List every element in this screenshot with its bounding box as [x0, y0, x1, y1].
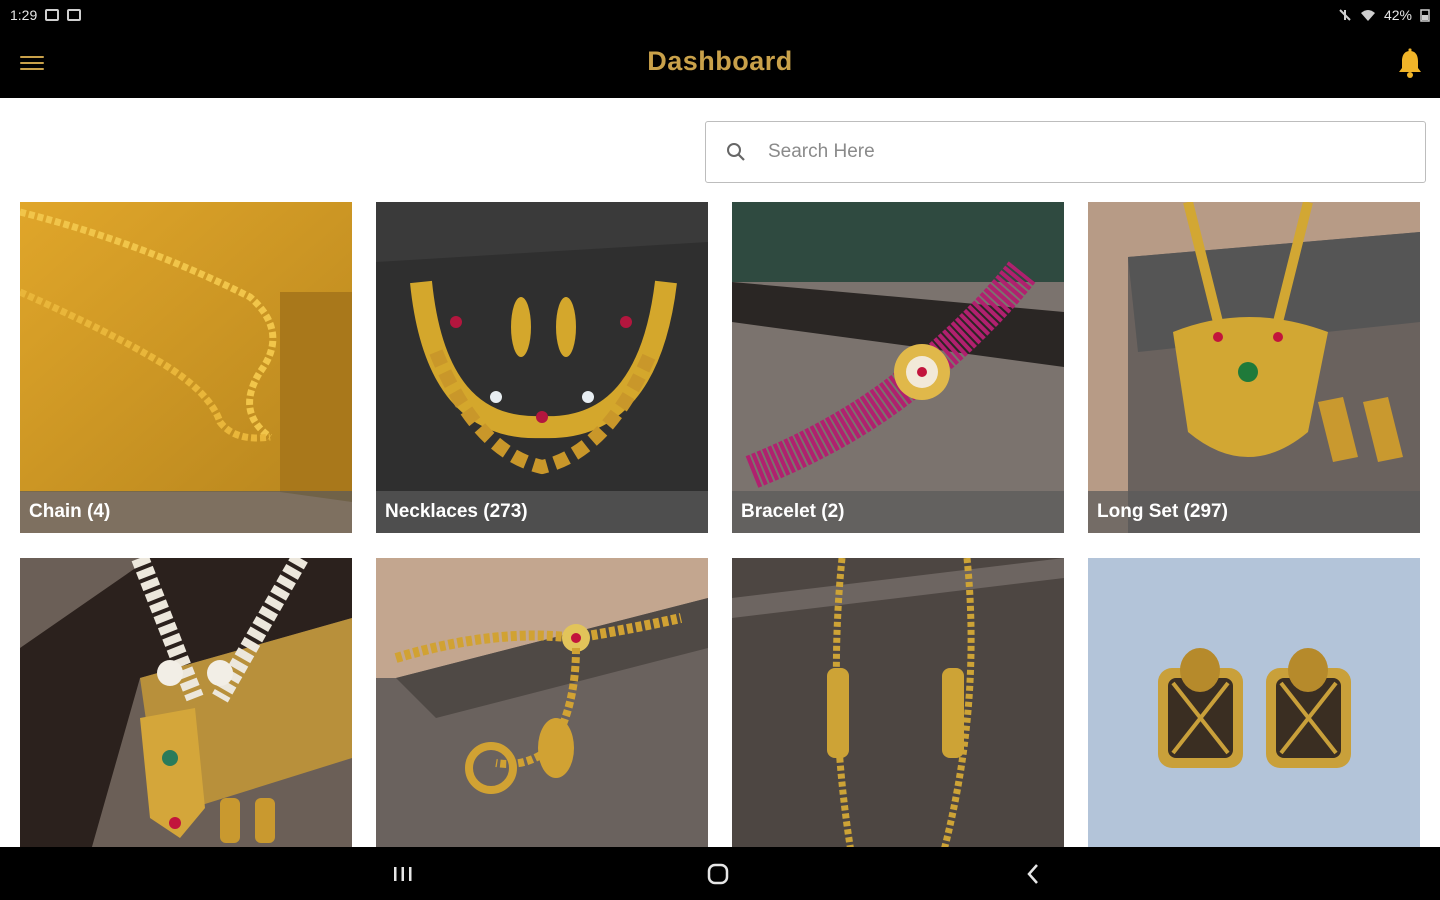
system-navigation-bar [0, 847, 1440, 900]
category-card-bracelet[interactable]: Bracelet (2) [732, 202, 1064, 533]
hand-bracelet-ring-photo [376, 558, 708, 847]
category-label: Necklaces (273) [376, 491, 708, 533]
category-card-chain[interactable]: Chain (4) [20, 202, 352, 533]
category-label: Bracelet (2) [732, 491, 1064, 533]
category-label: Chain (4) [20, 491, 352, 533]
gold-chain-photo [20, 202, 352, 533]
category-card-necklaces[interactable]: Necklaces (273) [376, 202, 708, 533]
notification-bell-icon[interactable] [1396, 48, 1424, 78]
mute-icon [1339, 9, 1351, 21]
category-card-pearl-long-set[interactable] [20, 558, 352, 847]
gold-necklace-set-photo [376, 202, 708, 533]
back-icon[interactable] [1020, 861, 1048, 887]
pink-bead-bracelet-photo [732, 202, 1064, 533]
gold-long-chain-photo [732, 558, 1064, 847]
category-card-square-earrings[interactable] [1088, 558, 1420, 847]
long-set-pendant-photo [1088, 202, 1420, 533]
category-card-long-set[interactable]: Long Set (297) [1088, 202, 1420, 533]
search-icon [727, 143, 745, 161]
pearl-long-set-photo [20, 558, 352, 847]
category-label: Long Set (297) [1088, 491, 1420, 533]
square-earrings-photo [1088, 558, 1420, 847]
recent-apps-icon[interactable] [389, 861, 417, 887]
status-bar: 1:29 42% [0, 0, 1440, 30]
wifi-icon [1360, 10, 1375, 21]
image-notification-icon [45, 9, 60, 21]
category-card-gold-long-chain[interactable] [732, 558, 1064, 847]
battery-percentage: 42% [1383, 7, 1412, 23]
category-card-hand-bracelet[interactable] [376, 558, 708, 847]
home-icon[interactable] [704, 861, 732, 887]
page-title: Dashboard [647, 46, 793, 76]
app-bar: Dashboard [0, 30, 1440, 98]
battery-icon [1420, 9, 1430, 22]
category-grid: Chain (4) Necklaces (273) Bracelet (2) L… [0, 202, 1440, 847]
search-input[interactable] [768, 141, 1368, 163]
calendar-notification-icon [67, 9, 82, 21]
status-time: 1:29 [10, 7, 38, 23]
search-bar[interactable] [705, 121, 1426, 183]
